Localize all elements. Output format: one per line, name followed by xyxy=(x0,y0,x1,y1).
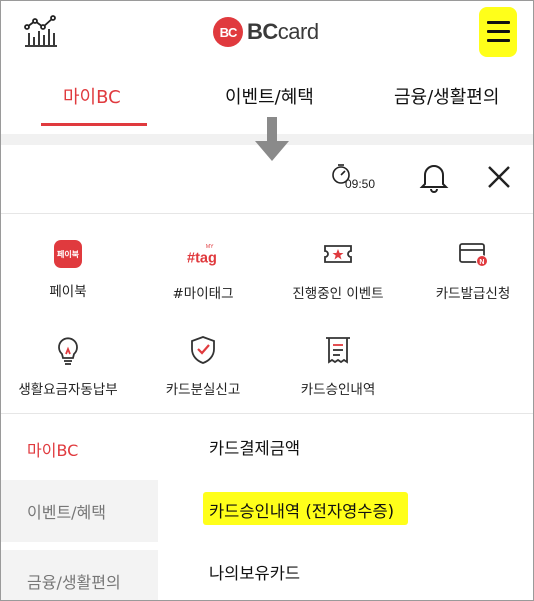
down-arrow-annotation xyxy=(255,117,289,161)
side-nav-finance-life[interactable]: 금융/생활편의 xyxy=(1,550,158,600)
paybook-icon: 페이북 xyxy=(54,240,82,268)
quick-menu-paybook[interactable]: 페이북 페이북 xyxy=(3,238,133,300)
quick-menu-lost-card[interactable]: 카드분실신고 xyxy=(138,334,268,398)
session-time-text: 09:50 xyxy=(345,177,376,191)
side-nav: 마이BC 이벤트/혜택 금융/생활편의 xyxy=(1,414,158,600)
quick-menu-label: 생활요금자동납부 xyxy=(18,382,118,398)
quick-menu-label: 페이북 xyxy=(49,284,87,300)
app-frame: BC BCcard 마이BC 이벤트/혜택 금융/생활편의 09:50 페이북 … xyxy=(0,0,534,601)
logo-text: BCcard xyxy=(247,19,319,45)
receipt-icon xyxy=(326,337,350,364)
quick-menu-auto-pay[interactable]: 생활요금자동납부 xyxy=(3,334,133,398)
quick-menu-label: 카드발급신청 xyxy=(435,286,511,302)
quick-menu-label: 진행중인 이벤트 xyxy=(292,286,384,302)
tab-my-bc[interactable]: 마이BC xyxy=(63,83,121,109)
sub-menu-my-cards[interactable]: 나의보유카드 xyxy=(209,560,300,584)
bccard-logo[interactable]: BC BCcard xyxy=(213,16,319,48)
quick-menu-events[interactable]: 진행중인 이벤트 xyxy=(273,238,403,302)
close-icon[interactable] xyxy=(485,163,513,191)
card-apply-icon: N xyxy=(459,243,488,267)
divider xyxy=(1,213,533,214)
bell-icon[interactable] xyxy=(419,161,449,193)
sub-menu-card-approval-history[interactable]: 카드승인내역 (전자영수증) xyxy=(209,498,394,522)
shield-check-icon xyxy=(191,336,215,364)
quick-menu-label: 카드승인내역 xyxy=(300,382,376,398)
hamburger-menu-icon[interactable] xyxy=(479,7,517,57)
quick-menu-card-approval[interactable]: 카드승인내역 xyxy=(273,334,403,398)
lightbulb-icon xyxy=(58,337,78,365)
side-nav-my-bc[interactable]: 마이BC xyxy=(1,418,158,480)
active-tab-indicator xyxy=(41,123,147,126)
bc-logo-mark: BC xyxy=(213,17,243,47)
tab-finance-life[interactable]: 금융/생활편의 xyxy=(394,83,499,109)
svg-text:N: N xyxy=(479,259,484,266)
sub-menu-card-payment-amount[interactable]: 카드결제금액 xyxy=(209,435,300,459)
tab-events-benefits[interactable]: 이벤트/혜택 xyxy=(225,83,314,109)
quick-menu-label: 카드분실신고 xyxy=(165,382,241,398)
quick-menu-label: #마이태그 xyxy=(172,286,234,302)
quick-menu-mytag[interactable]: MY #tag #마이태그 xyxy=(138,238,268,302)
chart-icon[interactable] xyxy=(23,15,59,49)
side-nav-events-benefits[interactable]: 이벤트/혜택 xyxy=(1,480,158,542)
mytag-icon-sup: MY xyxy=(206,244,214,250)
logo-text-bold: BC xyxy=(247,19,278,44)
mytag-icon: MY #tag xyxy=(187,244,217,267)
header: BC BCcard xyxy=(1,1,533,63)
ticket-icon xyxy=(324,245,352,263)
session-timer[interactable]: 09:50 xyxy=(330,163,382,193)
quick-menu-card-apply[interactable]: N 카드발급신청 xyxy=(408,238,533,302)
mytag-icon-text: #tag xyxy=(187,251,217,267)
logo-text-rest: card xyxy=(277,19,319,44)
